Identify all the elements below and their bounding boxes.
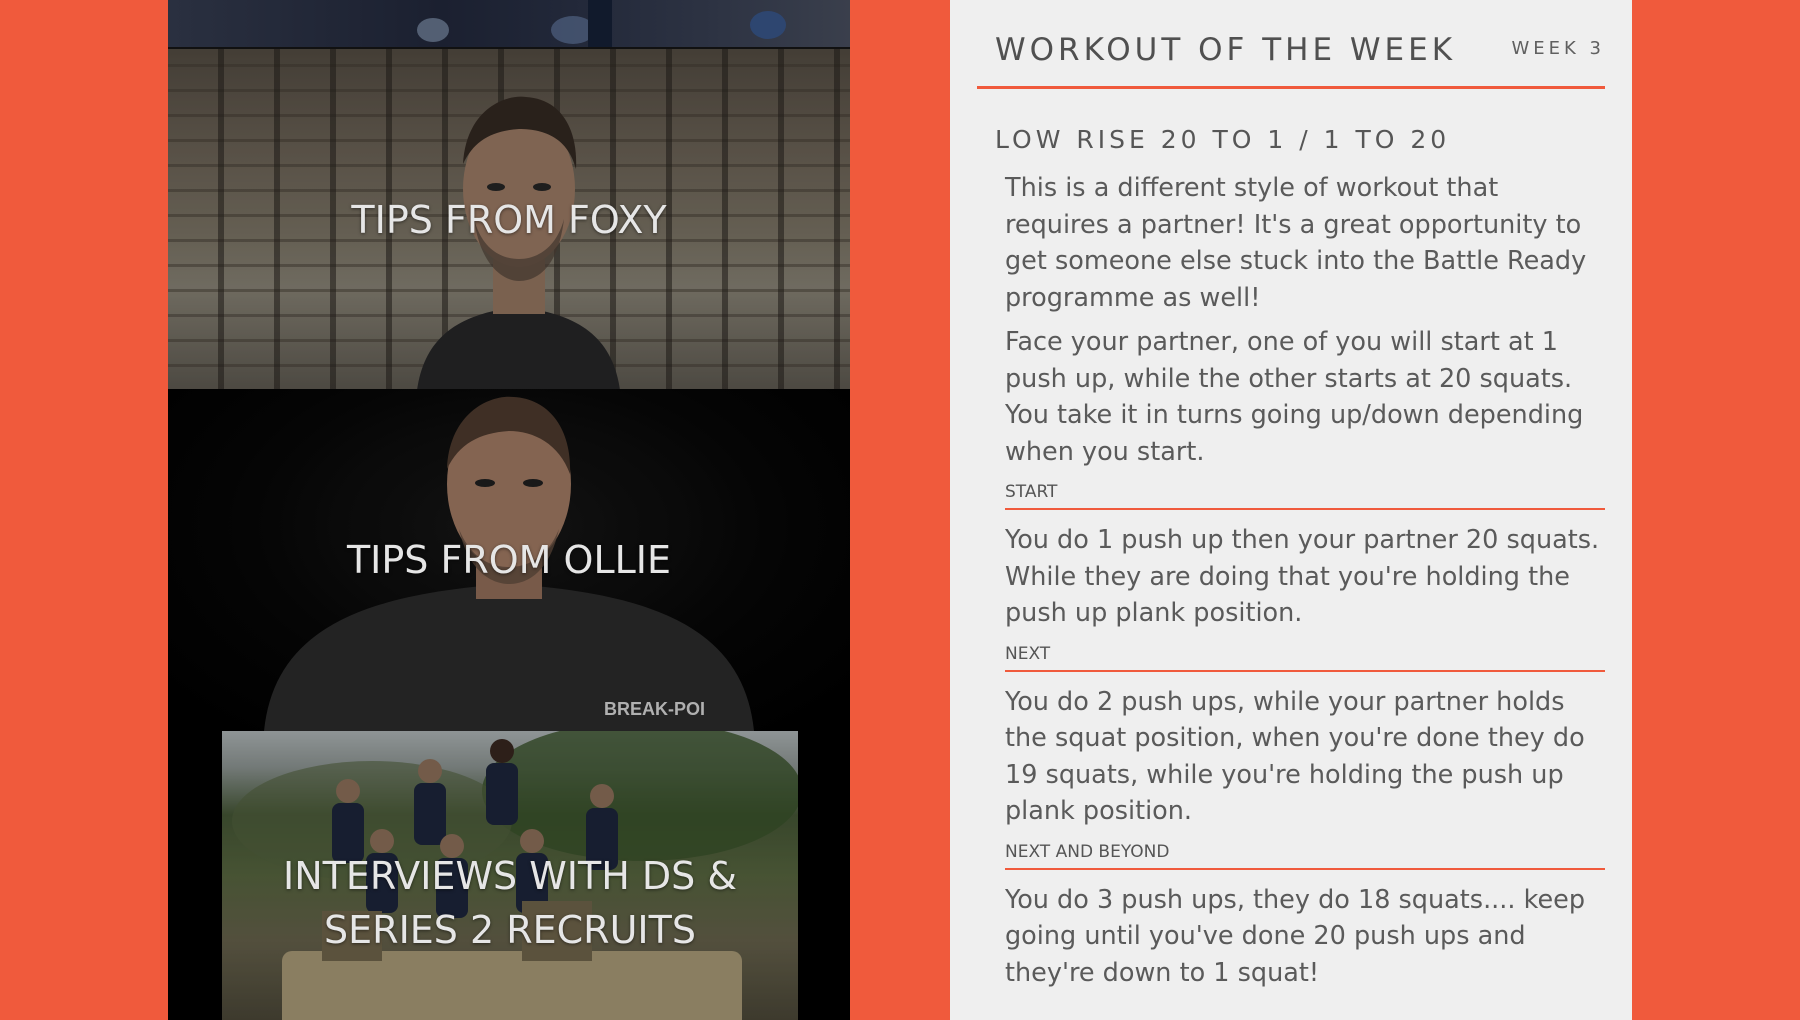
tile-interviews[interactable]: INTERVIEWS WITH DS & SERIES 2 RECRUITS — [222, 731, 798, 1020]
workout-of-the-week-card: WORKOUT OF THE WEEK WEEK 3 LOW RISE 20 T… — [950, 0, 1632, 1020]
section-heading-next-and-beyond: NEXT AND BEYOND — [1005, 840, 1605, 870]
week-indicator: WEEK 3 — [1511, 38, 1605, 59]
section-text-start: You do 1 push up then your partner 20 sq… — [1005, 525, 1600, 628]
workout-name: LOW RISE 20 TO 1 / 1 TO 20 — [995, 125, 1451, 154]
section-heading-next: NEXT — [1005, 642, 1605, 672]
tile-top-image — [417, 0, 786, 47]
tile-tips-from-ollie[interactable]: BREAK-POI TIPS FROM OLLIE — [168, 389, 850, 731]
tile-tips-from-foxy[interactable]: TIPS FROM FOXY — [168, 49, 850, 389]
workout-description: This is a different style of workout tha… — [1005, 170, 1605, 999]
media-tiles-column: TIPS FROM FOXY BREAK-POI TIPS FROM OLLIE — [168, 0, 850, 1020]
section-text-next: You do 2 push ups, while your partner ho… — [1005, 686, 1585, 827]
tile-label-foxy: TIPS FROM FOXY — [351, 198, 667, 242]
card-header: WORKOUT OF THE WEEK WEEK 3 — [977, 30, 1605, 89]
media-tile-top-partial[interactable] — [168, 0, 850, 49]
section-heading-start: START — [1005, 480, 1605, 510]
instructions-paragraph: Face your partner, one of you will start… — [1005, 327, 1584, 467]
intro-paragraph: This is a different style of workout tha… — [1005, 173, 1587, 313]
card-title: WORKOUT OF THE WEEK — [995, 32, 1457, 68]
tile-label-interviews: INTERVIEWS WITH DS & SERIES 2 RECRUITS — [283, 854, 737, 952]
tile-label-ollie: TIPS FROM OLLIE — [346, 538, 672, 582]
section-text-next-and-beyond: You do 3 push ups, they do 18 squats....… — [1005, 884, 1586, 988]
